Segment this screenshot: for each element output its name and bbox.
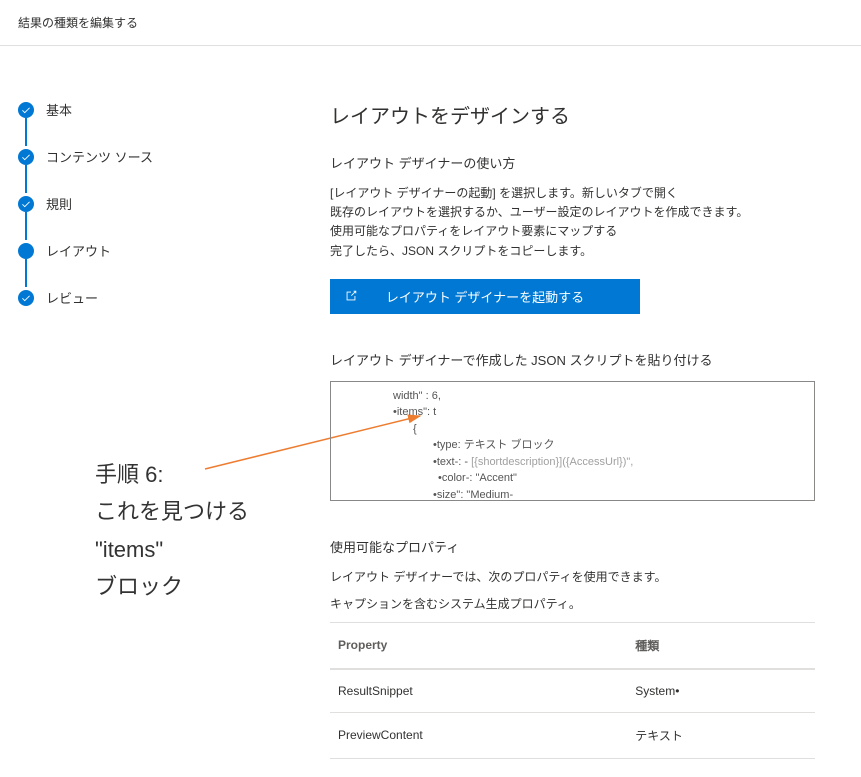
- code-line: •text-: -: [433, 456, 468, 468]
- properties-table: Property 種類 ResultSnippet System• Previe…: [330, 622, 815, 759]
- table-cell: テキスト: [627, 712, 815, 758]
- table-cell: ResultSnippet: [330, 669, 627, 713]
- code-line: width" : 6,: [393, 390, 441, 402]
- step-label: 基本: [46, 100, 72, 119]
- desc-line: 使用可能なプロパティをレイアウト要素にマップする: [330, 222, 831, 241]
- annotation-text: 手順 6: これを見つける "items" ブロック: [95, 456, 249, 606]
- annotation-line: ブロック: [95, 568, 249, 605]
- step-basic[interactable]: 基本: [18, 100, 282, 119]
- main-content: レイアウトをデザインする レイアウト デザイナーの使い方 [レイアウト デザイナ…: [300, 46, 861, 777]
- section-subtitle: レイアウト デザイナーの使い方: [330, 153, 831, 172]
- table-header-property: Property: [330, 622, 627, 669]
- annotation-line: 手順 6:: [95, 456, 249, 493]
- check-icon: [18, 102, 34, 118]
- button-label: レイアウト デザイナーを起動する: [386, 287, 584, 306]
- section-title: レイアウトをデザインする: [330, 100, 831, 129]
- code-line: •size": "Medium-: [433, 489, 513, 501]
- table-header-type: 種類: [627, 622, 815, 669]
- step-review[interactable]: レビュー: [18, 288, 282, 307]
- table-cell: PreviewContent: [330, 712, 627, 758]
- code-binding: [{shortdescription}]({AccessUrl})",: [471, 456, 633, 468]
- table-row: PreviewContent テキスト: [330, 712, 815, 758]
- check-icon: [18, 196, 34, 212]
- annotation-line: "items": [95, 531, 249, 568]
- wizard-sidebar: 基本 コンテンツ ソース 規則 レイアウト レビュー: [0, 46, 300, 777]
- step-rules[interactable]: 規則: [18, 194, 282, 213]
- page-header: 結果の種類を編集する: [0, 0, 861, 46]
- code-line: •items": t: [393, 406, 436, 418]
- step-label: レイアウト: [46, 241, 111, 260]
- code-line: {: [413, 423, 417, 435]
- page-title: 結果の種類を編集する: [18, 16, 138, 30]
- launch-designer-button[interactable]: レイアウト デザイナーを起動する: [330, 279, 640, 314]
- annotation-line: これを見つける: [95, 493, 249, 530]
- check-icon: [18, 290, 34, 306]
- code-line: •type: テキスト ブロック: [433, 439, 554, 451]
- desc-line: 完了したら、JSON スクリプトをコピーします。: [330, 242, 831, 261]
- current-step-icon: [18, 243, 34, 259]
- step-label: レビュー: [46, 288, 98, 307]
- json-script-textarea[interactable]: width" : 6, •items": t { •type: テキスト ブロッ…: [330, 381, 815, 501]
- check-icon: [18, 149, 34, 165]
- desc-line: [レイアウト デザイナーの起動] を選択します。新しいタブで開く: [330, 184, 831, 203]
- description: [レイアウト デザイナーの起動] を選択します。新しいタブで開く 既存のレイアウ…: [330, 184, 831, 261]
- available-props-title: 使用可能なプロパティ: [330, 537, 831, 556]
- props-desc: レイアウト デザイナーでは、次のプロパティを使用できます。: [330, 568, 831, 585]
- desc-line: 既存のレイアウトを選択するか、ユーザー設定のレイアウトを作成できます。: [330, 203, 831, 222]
- props-desc: キャプションを含むシステム生成プロパティ。: [330, 595, 831, 612]
- table-row: ResultSnippet System•: [330, 669, 815, 713]
- table-cell: System•: [627, 669, 815, 713]
- step-label: 規則: [46, 194, 72, 213]
- step-content-source[interactable]: コンテンツ ソース: [18, 147, 282, 166]
- step-layout[interactable]: レイアウト: [18, 241, 282, 260]
- step-label: コンテンツ ソース: [46, 147, 153, 166]
- code-line: •color-: "Accent": [438, 472, 517, 484]
- external-link-icon: [344, 289, 358, 303]
- json-paste-label: レイアウト デザイナーで作成した JSON スクリプトを貼り付ける: [330, 350, 831, 369]
